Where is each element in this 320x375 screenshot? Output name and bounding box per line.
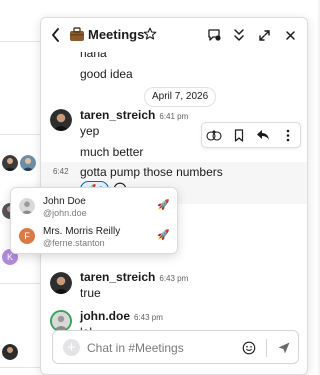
bookmark-icon[interactable] bbox=[227, 123, 252, 147]
message-timestamp[interactable]: 6:43 pm bbox=[134, 313, 163, 322]
message-text: much better bbox=[80, 145, 144, 159]
rocket-icon: 🚀 bbox=[157, 200, 170, 211]
emoji-icon[interactable] bbox=[242, 341, 256, 355]
reply-icon[interactable] bbox=[251, 123, 276, 147]
message-author[interactable]: taren_streich 6:43 pm bbox=[80, 270, 188, 286]
star-icon[interactable] bbox=[143, 27, 157, 41]
message-input[interactable] bbox=[87, 339, 227, 357]
message-author[interactable]: john.doe 6:43 pm bbox=[80, 309, 163, 325]
user-name: Mrs. Morris Reilly bbox=[43, 226, 121, 237]
message-author[interactable]: taren_streich 6:41 pm bbox=[80, 108, 188, 124]
close-icon[interactable] bbox=[282, 27, 298, 43]
date-divider[interactable]: April 7, 2026 bbox=[144, 87, 217, 107]
avatar[interactable] bbox=[20, 155, 36, 171]
message-composer: + bbox=[52, 330, 299, 364]
reaction-user-row[interactable]: John Doe @john.doe 🚀 bbox=[11, 191, 177, 221]
send-icon[interactable] bbox=[277, 341, 291, 355]
message-text: gotta pump those numbers bbox=[80, 165, 223, 179]
message-text: true bbox=[80, 286, 101, 300]
author-name[interactable]: john.doe bbox=[80, 309, 130, 323]
divider bbox=[0, 367, 40, 368]
avatar[interactable] bbox=[2, 155, 18, 171]
plus-icon[interactable]: + bbox=[63, 339, 80, 356]
briefcase-icon bbox=[69, 27, 85, 42]
back-icon[interactable] bbox=[49, 27, 63, 43]
avatar[interactable] bbox=[50, 109, 72, 131]
message-text: yep bbox=[80, 124, 100, 138]
add-reaction-icon[interactable] bbox=[202, 123, 227, 147]
divider bbox=[0, 41, 40, 42]
chevron-collapse-icon[interactable] bbox=[231, 27, 247, 43]
divider bbox=[266, 339, 267, 357]
divider bbox=[0, 134, 40, 135]
bubble-settings-icon[interactable] bbox=[206, 27, 222, 43]
reaction-user-row[interactable]: F Mrs. Morris Reilly @ferne.stanton 🚀 bbox=[11, 221, 177, 251]
channel-title[interactable]: Meetings bbox=[88, 27, 144, 43]
channel-header: Meetings bbox=[41, 18, 307, 52]
message-text: good idea bbox=[80, 67, 133, 81]
user-name: John Doe bbox=[43, 196, 86, 207]
author-name[interactable]: taren_streich bbox=[80, 108, 155, 122]
avatar bbox=[19, 198, 35, 214]
message-timestamp[interactable]: 6:43 pm bbox=[159, 274, 188, 283]
message-row[interactable]: taren_streich 6:43 pm true bbox=[41, 270, 307, 302]
message-timestamp[interactable]: 6:41 pm bbox=[159, 112, 188, 121]
avatar[interactable] bbox=[50, 272, 72, 294]
user-handle: @ferne.stanton bbox=[43, 238, 105, 248]
message-list: nana good idea April 7, 2026 taren_strei… bbox=[41, 48, 307, 339]
avatar[interactable] bbox=[50, 310, 72, 332]
message-row[interactable]: good idea bbox=[41, 66, 307, 84]
message-actions-toolbar bbox=[201, 122, 301, 148]
reaction-users-popup: John Doe @john.doe 🚀 F Mrs. Morris Reill… bbox=[10, 187, 178, 254]
message-timestamp[interactable]: 6:42 bbox=[53, 167, 69, 176]
avatar: F bbox=[19, 228, 35, 244]
user-handle: @john.doe bbox=[43, 208, 87, 218]
author-name[interactable]: taren_streich bbox=[80, 270, 155, 284]
rocket-icon: 🚀 bbox=[157, 230, 170, 241]
avatar[interactable] bbox=[2, 344, 18, 360]
expand-icon[interactable] bbox=[256, 27, 272, 43]
more-icon[interactable] bbox=[276, 123, 301, 147]
divider bbox=[0, 283, 40, 284]
